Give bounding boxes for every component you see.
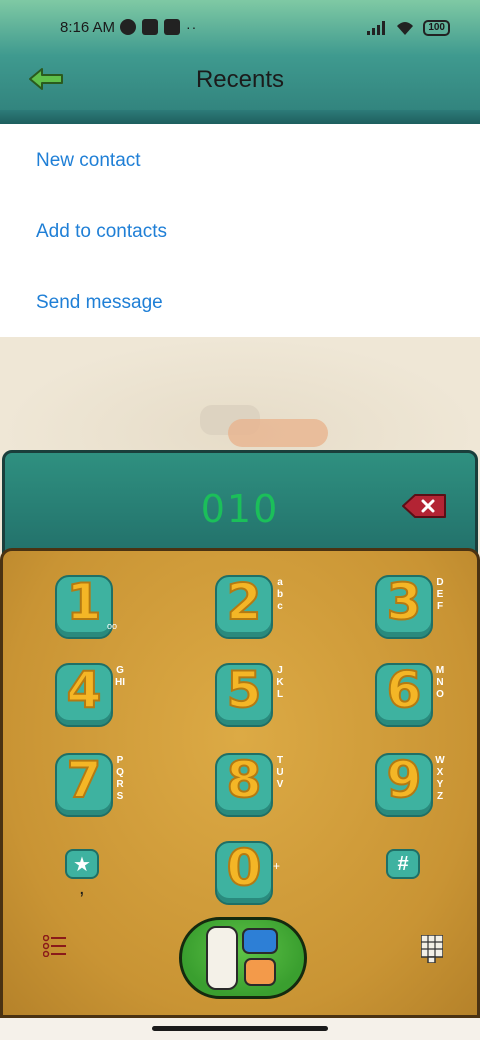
- status-time: 8:16 AM: [60, 19, 116, 36]
- more-notifications-icon: ··: [186, 19, 198, 35]
- list-menu-icon[interactable]: [43, 935, 67, 957]
- key-8[interactable]: 8 TUV: [215, 747, 284, 817]
- plus-sign: +: [273, 859, 281, 873]
- star-key[interactable]: ★: [65, 849, 99, 879]
- context-menu: New contact Add to contacts Send message: [0, 124, 480, 337]
- app-notification-icon: [120, 19, 136, 35]
- square-notification-icon: [142, 19, 158, 35]
- key-digit: 9: [386, 750, 423, 810]
- number-display: 010: [2, 450, 478, 560]
- add-to-contacts-item[interactable]: Add to contacts: [36, 221, 167, 243]
- voicemail-icon: oo: [107, 621, 118, 631]
- key-digit: 2: [226, 572, 263, 632]
- phone-button-part: [244, 958, 276, 986]
- signal-icon: [367, 21, 386, 35]
- key-digit: 8: [226, 750, 263, 810]
- key-letters: abc: [276, 577, 284, 612]
- handset-part: [206, 926, 238, 990]
- battery-icon: 100: [423, 20, 450, 36]
- theme-background: [0, 337, 480, 457]
- key-6[interactable]: 6 MNO: [375, 657, 444, 727]
- key-2[interactable]: 2 abc: [215, 569, 283, 639]
- wifi-icon: [397, 22, 414, 35]
- key-letters: GHI: [115, 665, 125, 688]
- key-5[interactable]: 5 JKL: [215, 657, 284, 727]
- pause-comma: ,: [79, 877, 85, 899]
- key-digit: 7: [66, 750, 103, 810]
- call-button[interactable]: [179, 917, 307, 999]
- key-letters: TUV: [276, 755, 284, 790]
- page-title: Recents: [195, 66, 285, 93]
- key-letters: PQRS: [116, 755, 124, 802]
- key-1[interactable]: 1 oo: [55, 569, 117, 639]
- key-7[interactable]: 7 PQRS: [55, 747, 124, 817]
- backspace-icon[interactable]: [401, 493, 447, 519]
- dial-keypad: 1 oo 2 abc 3 DEF 4 GHI 5 JKL 6 MNO 7 PQR…: [0, 548, 480, 1018]
- status-bar: 8:16 AM ·· 100: [0, 14, 480, 42]
- key-digit: 4: [66, 660, 103, 720]
- key-digit: 6: [386, 660, 423, 720]
- key-9[interactable]: 9 WXYZ: [375, 747, 445, 817]
- key-3[interactable]: 3 DEF: [375, 569, 444, 639]
- key-letters: MNO: [435, 665, 445, 700]
- key-4[interactable]: 4 GHI: [55, 657, 125, 727]
- key-letters: WXYZ: [435, 755, 445, 802]
- send-message-item[interactable]: Send message: [36, 292, 163, 314]
- key-letters: JKL: [276, 665, 284, 700]
- dialpad-toggle-icon[interactable]: [421, 935, 443, 963]
- upload-notification-icon: [164, 19, 180, 35]
- phone-screen-part: [242, 928, 278, 954]
- app-header: 8:16 AM ·· 100 Recents: [0, 0, 480, 124]
- key-digit: 3: [386, 572, 423, 632]
- hash-key[interactable]: #: [386, 849, 420, 879]
- key-letters: DEF: [436, 577, 444, 612]
- home-indicator[interactable]: [152, 1026, 328, 1031]
- phone-icon: [206, 926, 280, 992]
- key-digit: 0: [226, 838, 263, 898]
- system-icons: 100: [367, 20, 450, 36]
- key-0[interactable]: 0 +: [215, 835, 280, 905]
- key-digit: 5: [226, 660, 263, 720]
- key-digit: 1: [66, 572, 103, 632]
- notification-icons: ··: [120, 19, 197, 35]
- background-decoration: [228, 419, 328, 447]
- new-contact-item[interactable]: New contact: [36, 150, 141, 172]
